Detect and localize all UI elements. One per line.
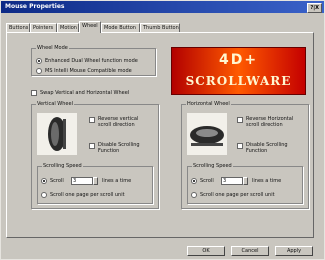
horizontal-reverse-checkbox[interactable] <box>237 117 243 123</box>
horizontal-page-radio[interactable] <box>191 192 197 198</box>
vertical-scroll-input[interactable]: 3 <box>71 177 93 185</box>
horizontal-wheel-title: Horizontal Wheel <box>186 101 231 107</box>
horizontal-speed-title: Scrolling Speed <box>192 163 233 169</box>
enhanced-mode-label: Enhanced Dual Wheel function mode <box>45 58 138 64</box>
logo-line2: SCROLLWARE <box>185 74 292 88</box>
vertical-reverse-label: Reverse vertical scroll direction <box>98 116 139 128</box>
tab-pointers[interactable]: Pointers <box>30 23 57 32</box>
tab-motion[interactable]: Motion <box>57 23 79 32</box>
horizontal-disable-checkbox[interactable] <box>237 143 243 149</box>
vertical-page-label: Scroll one page per scroll unit <box>50 192 125 198</box>
enhanced-mode-radio[interactable] <box>36 58 42 64</box>
window-title: Mouse Properties <box>5 3 65 10</box>
vertical-wheel-icon <box>37 113 77 155</box>
cancel-button[interactable]: Cancel <box>231 246 269 256</box>
tab-mode-button[interactable]: Mode Button <box>101 23 140 32</box>
ms-compatible-label: MS Intelli Mouse Compatible mode <box>45 68 132 74</box>
horizontal-lines-label: lines a time <box>252 178 282 184</box>
horizontal-wheel-icon <box>187 113 227 155</box>
vertical-scroll-spinner[interactable] <box>93 177 98 185</box>
horizontal-scroll-spinner[interactable] <box>243 177 248 185</box>
horizontal-page-label: Scroll one page per scroll unit <box>200 192 275 198</box>
logo-line1: 4D+ <box>218 52 259 68</box>
mouse-properties-window: Mouse Properties ?|X Buttons Pointers Mo… <box>0 0 325 260</box>
vertical-lines-label: lines a time <box>102 178 132 184</box>
tab-thumb-button[interactable]: Thumb Button <box>140 23 180 32</box>
vertical-wheel-title: Vertical Wheel <box>36 101 74 107</box>
swap-wheel-label: Swap Vertical and Horizontal Wheel <box>40 90 130 96</box>
tab-wheel[interactable]: Wheel <box>79 21 101 33</box>
vertical-page-radio[interactable] <box>41 192 47 198</box>
horizontal-scroll-input[interactable]: 3 <box>221 177 243 185</box>
title-bar-buttons[interactable]: ?|X <box>307 3 322 13</box>
vertical-disable-checkbox[interactable] <box>89 143 95 149</box>
ms-compatible-radio[interactable] <box>36 68 42 74</box>
vertical-speed-title: Scrolling Speed <box>42 163 83 169</box>
horizontal-reverse-label: Reverse Horizontal scroll direction <box>246 116 294 128</box>
vertical-disable-label: Disable Scrolling Function <box>98 142 140 154</box>
wheel-mode-title: Wheel Mode <box>36 45 69 51</box>
title-bar: Mouse Properties ?|X <box>1 1 324 13</box>
swap-wheel-checkbox[interactable] <box>31 90 37 96</box>
horizontal-speed-group: Scrolling Speed <box>187 163 303 204</box>
vertical-scroll-label: Scroll <box>50 178 64 184</box>
vertical-scroll-radio[interactable] <box>41 178 47 184</box>
horizontal-scroll-label: Scroll <box>200 178 214 184</box>
tab-buttons[interactable]: Buttons <box>6 23 30 32</box>
vertical-speed-group: Scrolling Speed <box>37 163 153 204</box>
horizontal-disable-label: Disable Scrolling Function <box>246 142 288 154</box>
vertical-reverse-checkbox[interactable] <box>89 117 95 123</box>
scrollware-logo: 4D+ SCROLLWARE <box>171 47 306 95</box>
apply-button[interactable]: Apply <box>275 246 313 256</box>
horizontal-scroll-radio[interactable] <box>191 178 197 184</box>
ok-button[interactable]: OK <box>187 246 225 256</box>
